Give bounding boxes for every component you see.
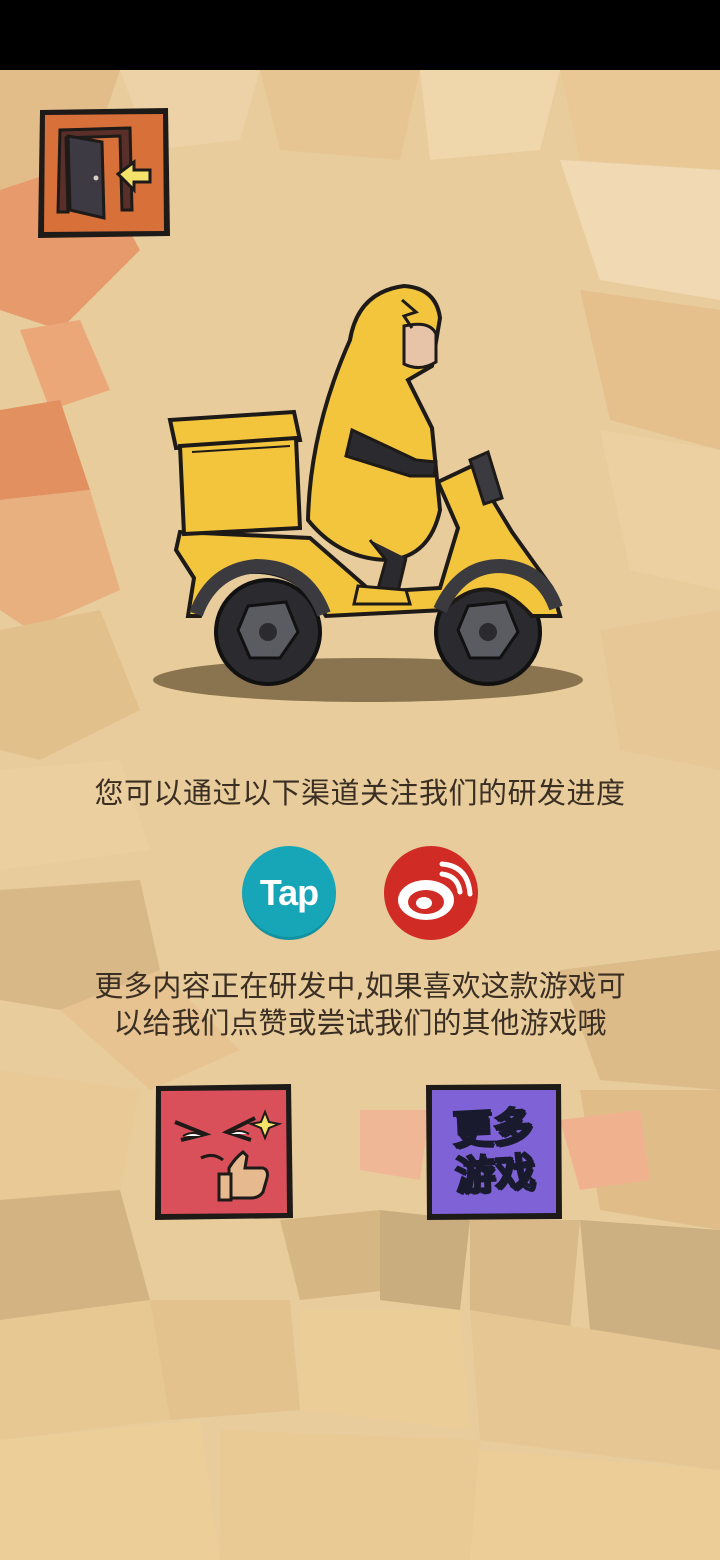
exit-door-icon [38,108,170,238]
more-games-line2: 游戏 [453,1149,537,1201]
taptap-button[interactable]: Tap [242,846,336,940]
rear-wheel [214,578,322,686]
weibo-button[interactable] [384,846,478,940]
social-links-row: Tap [0,846,720,940]
follow-prompt-text: 您可以通过以下渠道关注我们的研发进度 [94,776,626,810]
weibo-icon [398,861,473,920]
exit-button[interactable] [36,106,172,240]
more-games-line1: 更多 [451,1103,535,1155]
like-button[interactable] [153,1082,295,1222]
more-content-line1: 更多内容正在研发中,如果喜欢这款游戏可 [94,969,626,1003]
status-bar [0,0,720,70]
more-content-text: 更多内容正在研发中,如果喜欢这款游戏可 以给我们点赞或尝试我们的其他游戏哦 [60,968,660,1042]
game-screen: 您可以通过以下渠道关注我们的研发进度 Tap 更多内容正在研发中,如果喜欢这款游… [0,0,720,1560]
courier-scooter-illustration [153,283,583,702]
thumbs-up-face-icon [155,1084,293,1220]
more-content-line2: 以给我们点赞或尝试我们的其他游戏哦 [113,1006,607,1040]
taptap-icon-label: Tap [259,872,319,913]
more-games-label: 更多 游戏 [420,1078,567,1225]
more-games-button[interactable]: 更多 游戏 [424,1082,564,1222]
